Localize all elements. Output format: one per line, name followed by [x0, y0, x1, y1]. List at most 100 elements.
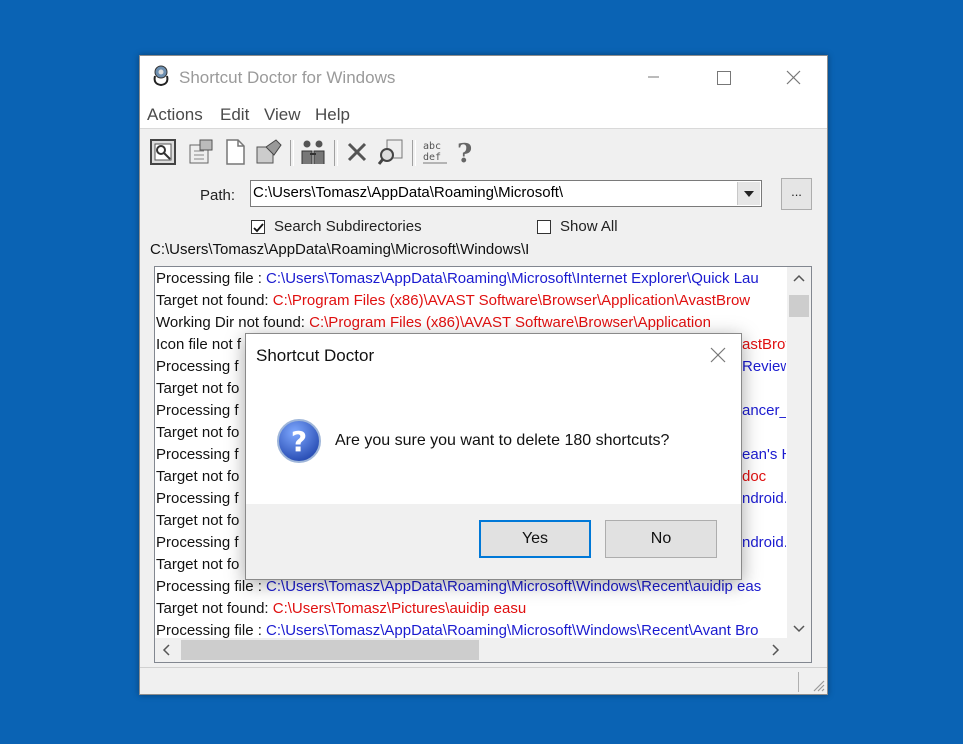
- scroll-corner: [787, 638, 811, 662]
- log-line-label: Processing f: [156, 402, 239, 419]
- title-bar[interactable]: Shortcut Doctor for Windows: [140, 56, 827, 98]
- search-subdirectories-label: Search Subdirectories: [274, 218, 422, 235]
- fix-icon: [189, 139, 213, 164]
- toolbar-separator: [334, 140, 338, 166]
- path-combobox[interactable]: C:\Users\Tomasz\AppData\Roaming\Microsof…: [250, 180, 762, 207]
- vertical-scrollbar[interactable]: [787, 267, 811, 640]
- status-divider: [798, 672, 799, 692]
- move-button[interactable]: [254, 136, 284, 168]
- scroll-up-icon[interactable]: [787, 267, 811, 291]
- path-value[interactable]: C:\Users\Tomasz\AppData\Roaming\Microsof…: [253, 184, 563, 201]
- abc-def-icon: abcdef: [423, 141, 447, 164]
- move-icon: [256, 139, 282, 164]
- menu-bar: Actions Edit View Help: [140, 98, 827, 129]
- log-line-path: C:\Users\Tomasz\AppData\Roaming\Microsof…: [266, 270, 759, 287]
- svg-text:?: ?: [291, 425, 307, 458]
- log-line-path: C:\Users\Tomasz\AppData\Roaming\Microsof…: [266, 578, 762, 595]
- log-line[interactable]: Working Dir not found: C:\Program Files …: [156, 312, 786, 334]
- log-line-path-tail: ancer_: [742, 402, 786, 419]
- log-line[interactable]: Target not found: C:\Users\Tomasz\Pictur…: [156, 598, 786, 620]
- log-line[interactable]: Processing file : C:\Users\Tomasz\AppDat…: [156, 268, 786, 290]
- svg-text:?: ?: [457, 139, 472, 167]
- menu-help[interactable]: Help: [315, 105, 350, 125]
- current-path-text: C:\Users\Tomasz\AppData\Roaming\Microsof…: [150, 241, 530, 258]
- scroll-down-icon[interactable]: [787, 616, 811, 640]
- find-button[interactable]: [376, 136, 406, 168]
- scroll-right-icon[interactable]: [763, 638, 787, 662]
- log-line-label: Processing file :: [156, 578, 267, 595]
- maximize-icon: [717, 71, 731, 85]
- chevron-down-icon: [744, 190, 754, 197]
- log-line[interactable]: Target not found: C:\Program Files (x86)…: [156, 290, 786, 312]
- resize-grip-icon[interactable]: [811, 678, 825, 692]
- confirm-dialog: Shortcut Doctor ? Are you sure you want …: [245, 333, 742, 580]
- log-line-path-tail: doc: [742, 468, 767, 485]
- log-line-label: Icon file not f: [156, 336, 242, 353]
- horizontal-scrollbar[interactable]: [155, 638, 787, 662]
- show-all-checkbox[interactable]: [537, 220, 551, 234]
- log-line-label: Target not fo: [156, 512, 240, 529]
- dialog-footer: Yes No: [246, 504, 741, 579]
- dialog-message: Are you sure you want to delete 180 shor…: [335, 432, 670, 449]
- fix-button[interactable]: [186, 136, 216, 168]
- maximize-button[interactable]: [700, 62, 746, 92]
- log-line-path: C:\Program Files (x86)\AVAST Software\Br…: [309, 314, 711, 331]
- log-line-label: Target not found:: [156, 292, 273, 309]
- spell-button[interactable]: abc def: [420, 136, 450, 168]
- svg-text:def: def: [423, 152, 441, 163]
- browse-button[interactable]: ...: [781, 178, 812, 210]
- menu-actions[interactable]: Actions: [147, 105, 203, 125]
- yes-button[interactable]: Yes: [479, 520, 591, 558]
- toolbar: abc def ?: [148, 136, 548, 170]
- path-label: Path:: [200, 187, 236, 204]
- search-icon: [377, 139, 403, 165]
- toolbar-separator: [290, 140, 294, 166]
- log-line-label: Processing f: [156, 446, 239, 463]
- dialog-close-icon[interactable]: [709, 346, 727, 364]
- close-button[interactable]: [770, 62, 816, 92]
- log-line-label: Working Dir not found:: [156, 314, 310, 331]
- people-button[interactable]: [298, 136, 328, 168]
- log-line-label: Target not fo: [156, 556, 240, 573]
- log-line-path-tail: ndroid.z: [742, 534, 786, 551]
- log-line-path-tail: astBrov: [742, 336, 786, 353]
- scan-button[interactable]: [148, 136, 178, 168]
- minimize-button[interactable]: [630, 62, 676, 92]
- stethoscope-app-icon: [153, 65, 169, 87]
- log-line-path-tail: ean's H: [742, 446, 786, 463]
- log-line-path: C:\Users\Tomasz\AppData\Roaming\Microsof…: [266, 622, 759, 639]
- question-icon: ?: [277, 419, 321, 463]
- log-line-label: Processing file :: [156, 622, 267, 639]
- log-line-label: Processing file :: [156, 270, 267, 287]
- show-all-label: Show All: [560, 218, 618, 235]
- search-subdirectories-checkbox[interactable]: [251, 220, 265, 234]
- new-document-button[interactable]: [220, 136, 250, 168]
- log-line-label: Processing f: [156, 490, 239, 507]
- help-icon: ?: [457, 139, 472, 167]
- no-button[interactable]: No: [605, 520, 717, 558]
- log-line[interactable]: Processing file : C:\Users\Tomasz\AppDat…: [156, 620, 786, 640]
- log-line-label: Target not fo: [156, 380, 240, 397]
- log-line-label: Target not fo: [156, 424, 240, 441]
- checkmark-icon: [253, 223, 264, 233]
- svg-text:abc: abc: [423, 141, 441, 152]
- menu-edit[interactable]: Edit: [220, 105, 249, 125]
- minimize-icon: [648, 76, 659, 78]
- log-line-path-tail: Review: [742, 358, 786, 375]
- log-line-path: C:\Users\Tomasz\Pictures\auidip easu: [272, 600, 527, 617]
- dropdown-button[interactable]: [737, 182, 760, 205]
- horizontal-scroll-thumb[interactable]: [181, 640, 479, 660]
- log-line-label: Target not found:: [156, 600, 273, 617]
- vertical-scroll-thumb[interactable]: [789, 295, 809, 317]
- window-title: Shortcut Doctor for Windows: [179, 68, 396, 87]
- log-line-label: Processing f: [156, 534, 239, 551]
- close-icon: [786, 70, 801, 85]
- scroll-left-icon[interactable]: [155, 638, 179, 662]
- scan-icon: [150, 139, 176, 165]
- menu-view[interactable]: View: [264, 105, 301, 125]
- help-button[interactable]: ?: [450, 136, 480, 168]
- log-line-path: C:\Program Files (x86)\AVAST Software\Br…: [272, 292, 751, 309]
- delete-button[interactable]: [342, 136, 372, 168]
- people-icon: [301, 140, 325, 164]
- status-bar: [140, 667, 827, 694]
